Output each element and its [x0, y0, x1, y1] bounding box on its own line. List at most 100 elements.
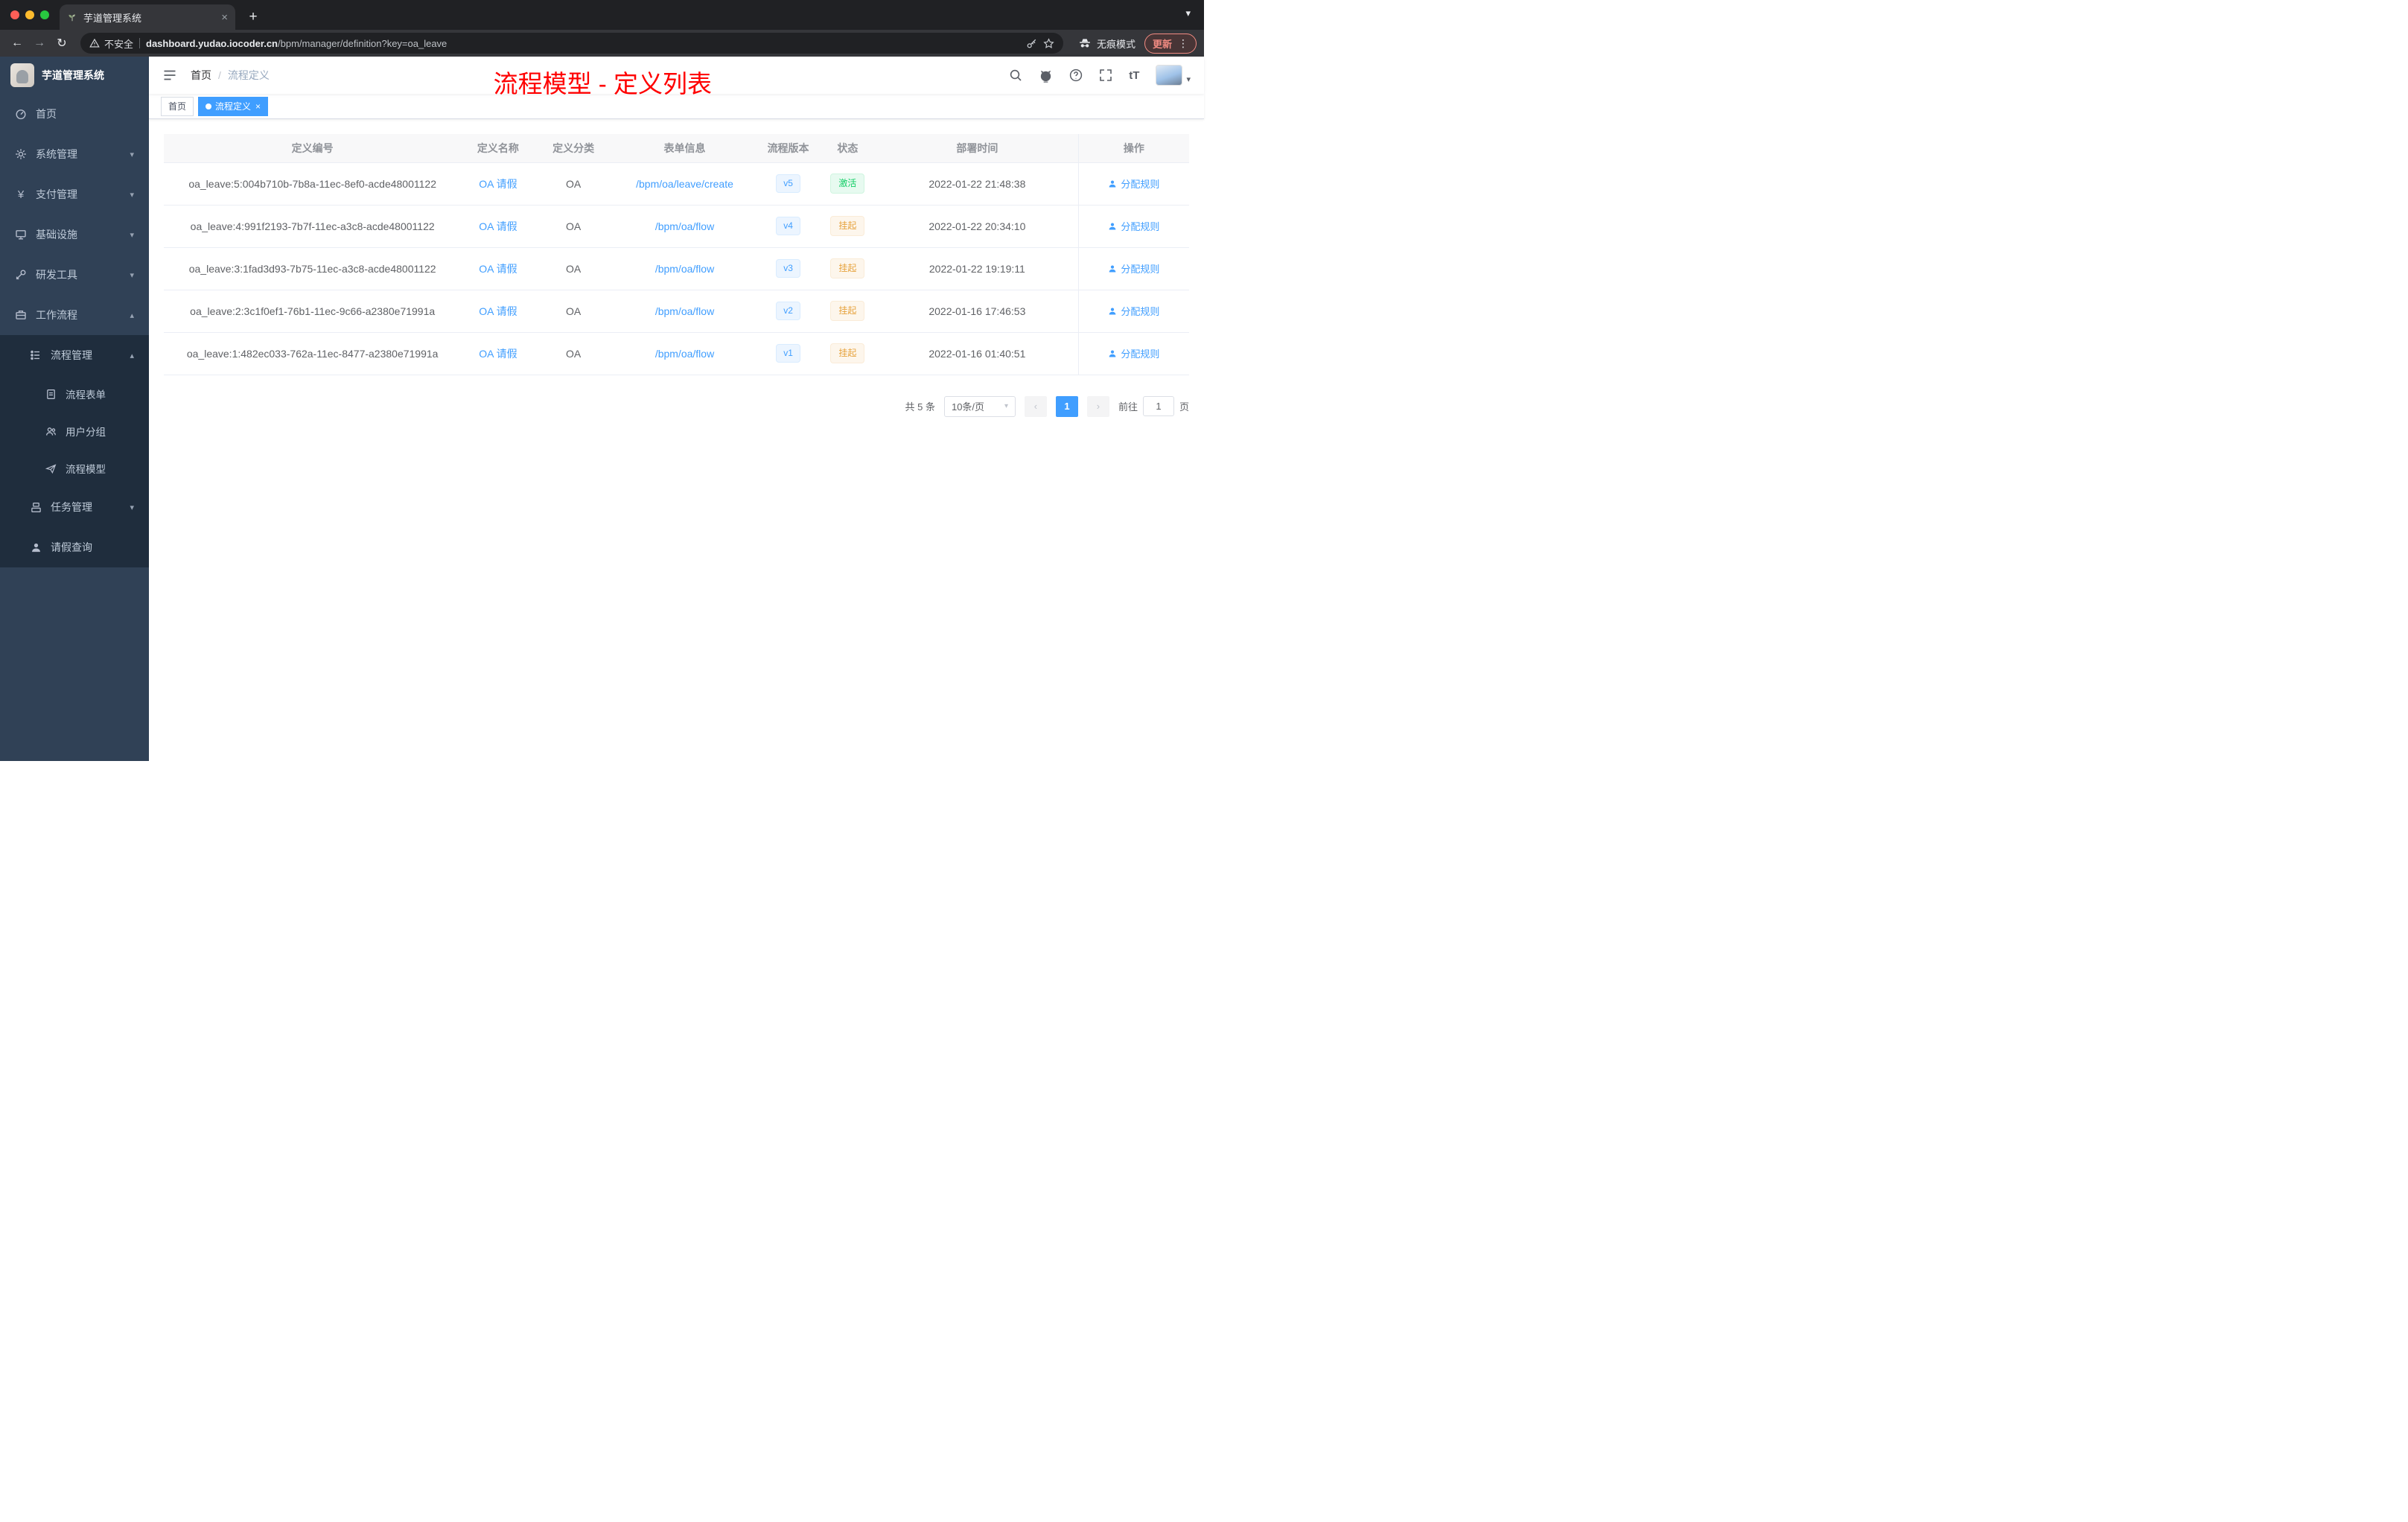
status-badge[interactable]: 挂起 [830, 343, 865, 363]
status-badge[interactable]: 激活 [830, 173, 865, 194]
favicon [67, 12, 77, 22]
cell-deploy-time: 2022-01-16 01:40:51 [876, 332, 1079, 375]
sidebar-item-process-model[interactable]: 流程模型 [0, 450, 149, 487]
search-icon[interactable] [1009, 69, 1022, 82]
sidebar-item-workflow[interactable]: 工作流程 ▴ [0, 295, 149, 335]
sidebar-item-process-management[interactable]: 流程管理 ▴ [0, 335, 149, 375]
url-domain: dashboard.yudao.iocoder.cn [146, 37, 278, 49]
sidebar-item-devtools[interactable]: 研发工具 ▾ [0, 255, 149, 295]
version-tag: v5 [776, 174, 800, 193]
table-row: oa_leave:2:3c1f0ef1-76b1-11ec-9c66-a2380… [164, 290, 1189, 333]
form-link[interactable]: /bpm/oa/flow [655, 220, 714, 232]
status-badge[interactable]: 挂起 [830, 301, 865, 321]
chevron-down-icon: ▾ [130, 150, 134, 159]
tag-home[interactable]: 首页 [161, 96, 194, 116]
browser-tab[interactable]: 芋道管理系统 × [60, 4, 235, 30]
back-button[interactable]: ← [7, 34, 27, 53]
total-count: 共 5 条 [905, 401, 935, 413]
next-page-button[interactable]: › [1086, 395, 1109, 417]
sidebar-item-task-management[interactable]: 任务管理 ▾ [0, 487, 149, 527]
github-icon[interactable] [1039, 69, 1053, 83]
key-icon[interactable] [1026, 38, 1037, 49]
form-link[interactable]: /bpm/oa/flow [655, 348, 714, 360]
tag-label: 流程定义 [215, 101, 252, 112]
status-badge[interactable]: 挂起 [830, 258, 865, 278]
breadcrumb-home[interactable]: 首页 [191, 68, 211, 83]
browser-update-menu[interactable]: 更新 ⋮ [1144, 33, 1197, 54]
person-icon [1109, 265, 1116, 272]
yen-icon: ¥ [17, 188, 25, 201]
user-avatar[interactable] [1156, 65, 1183, 86]
assign-rule-link[interactable]: 分配规则 [1108, 261, 1159, 276]
person-icon [1109, 180, 1116, 187]
cell-deploy-time: 2022-01-22 21:48:38 [876, 162, 1079, 206]
definition-name-link[interactable]: OA 请假 [479, 220, 517, 232]
navbar-actions: tT ▾ [1009, 65, 1191, 86]
tasks-icon [30, 501, 42, 513]
bookmark-star-icon[interactable] [1043, 37, 1054, 49]
assign-rule-link[interactable]: 分配规则 [1108, 304, 1159, 318]
form-link[interactable]: /bpm/oa/flow [655, 305, 714, 317]
assign-rule-link[interactable]: 分配规则 [1108, 346, 1159, 360]
forward-button[interactable]: → [30, 34, 49, 53]
maximize-window-button[interactable] [40, 10, 49, 19]
security-indicator[interactable]: 不安全 [89, 36, 133, 51]
person-icon [1109, 308, 1116, 314]
address-bar[interactable]: 不安全 dashboard.yudao.iocoder.cn/bpm/manag… [80, 33, 1063, 54]
prev-page-button[interactable]: ‹ [1024, 395, 1047, 417]
goto-page-input[interactable] [1142, 396, 1174, 416]
sidebar-item-leave-query[interactable]: 请假查询 [0, 527, 149, 567]
users-icon [45, 425, 57, 437]
paper-plane-icon [45, 462, 57, 474]
definition-name-link[interactable]: OA 请假 [479, 305, 517, 317]
version-tag: v1 [776, 344, 800, 363]
url-text[interactable]: dashboard.yudao.iocoder.cn/bpm/manager/d… [146, 38, 1020, 49]
incognito-icon [1078, 36, 1092, 50]
page-size-select[interactable]: 10条/页 ▾ [943, 395, 1016, 417]
gear-icon [15, 148, 27, 160]
sidebar-item-label: 用户分组 [66, 427, 106, 438]
sidebar-item-system[interactable]: 系统管理 ▾ [0, 134, 149, 174]
sidebar-item-process-form[interactable]: 流程表单 [0, 375, 149, 413]
sidebar-item-payment[interactable]: ¥ 支付管理 ▾ [0, 174, 149, 214]
incognito-label: 无痕模式 [1096, 38, 1135, 50]
sidebar-item-label: 工作流程 [36, 309, 77, 321]
sidebar-logo[interactable]: 芋道管理系统 [0, 57, 149, 94]
assign-rule-link[interactable]: 分配规则 [1108, 219, 1159, 233]
version-tag: v3 [776, 259, 800, 278]
reload-button[interactable]: ↻ [52, 34, 71, 53]
document-icon [45, 388, 57, 400]
table-header-row: 定义编号 定义名称 定义分类 表单信息 流程版本 状态 部署时间 操作 [164, 134, 1189, 163]
definition-name-link[interactable]: OA 请假 [479, 178, 517, 190]
sidebar-item-label: 流程管理 [51, 349, 92, 361]
cell-definition-id: oa_leave:5:004b710b-7b8a-11ec-8ef0-acde4… [164, 162, 462, 206]
new-tab-button[interactable]: + [243, 7, 264, 28]
cell-deploy-time: 2022-01-16 17:46:53 [876, 290, 1079, 333]
user-avatar-wrap[interactable]: ▾ [1156, 65, 1191, 86]
hamburger-icon[interactable] [162, 68, 177, 83]
minimize-window-button[interactable] [25, 10, 34, 19]
col-form-info: 表单信息 [611, 134, 758, 163]
caret-down-icon: ▾ [1186, 75, 1191, 84]
sidebar-item-user-group[interactable]: 用户分组 [0, 413, 149, 450]
breadcrumb-separator: / [218, 69, 221, 81]
version-tag: v4 [776, 217, 800, 235]
form-link[interactable]: /bpm/oa/flow [655, 263, 714, 275]
tag-close-icon[interactable]: × [255, 101, 261, 112]
close-window-button[interactable] [10, 10, 19, 19]
assign-rule-link[interactable]: 分配规则 [1108, 176, 1159, 191]
status-badge[interactable]: 挂起 [830, 216, 865, 236]
sidebar-item-infrastructure[interactable]: 基础设施 ▾ [0, 214, 149, 255]
page-number-button[interactable]: 1 [1055, 395, 1078, 417]
tab-close-icon[interactable]: × [221, 12, 228, 23]
form-link[interactable]: /bpm/oa/leave/create [636, 178, 733, 190]
fullscreen-icon[interactable] [1099, 69, 1112, 82]
definition-name-link[interactable]: OA 请假 [479, 263, 517, 275]
cell-definition-id: oa_leave:1:482ec033-762a-11ec-8477-a2380… [164, 332, 462, 375]
definition-name-link[interactable]: OA 请假 [479, 348, 517, 360]
tag-process-definition[interactable]: 流程定义 × [198, 96, 269, 116]
sidebar-item-home[interactable]: 首页 [0, 94, 149, 134]
help-icon[interactable] [1069, 69, 1083, 82]
tab-search-icon[interactable]: ▾ [1185, 7, 1191, 19]
font-size-icon[interactable]: tT [1129, 69, 1139, 82]
